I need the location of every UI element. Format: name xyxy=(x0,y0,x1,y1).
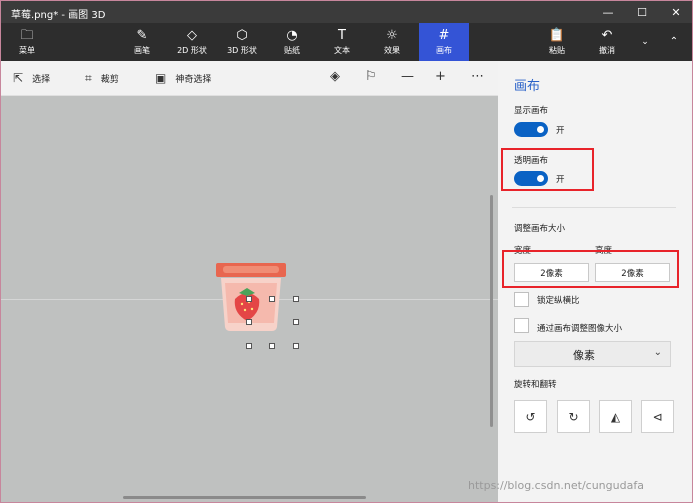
tab-canvas[interactable]: # 画布 xyxy=(419,23,469,61)
horizontal-scrollbar[interactable] xyxy=(123,496,366,499)
minimize-button[interactable]: — xyxy=(591,1,625,23)
effects-icon: ☼ xyxy=(386,27,398,43)
lock-aspect-label: 锁定纵横比 xyxy=(537,296,580,306)
menu-button[interactable]: 🗀 菜单 xyxy=(7,23,47,61)
more-icon[interactable]: ⋯ xyxy=(471,69,484,84)
cube-icon: ⬡ xyxy=(236,27,248,43)
panel-title: 画布 xyxy=(514,79,541,94)
tab-canvas-label: 画布 xyxy=(436,45,452,55)
magic-select-icon: ▣ xyxy=(155,71,167,85)
paste-button[interactable]: 📋 粘贴 xyxy=(539,23,575,61)
cursor-icon: ⇱ xyxy=(13,71,24,85)
resize-handle-top-left[interactable] xyxy=(246,296,252,302)
tab-2d-shapes-label: 2D 形状 xyxy=(177,45,207,55)
unit-select-value: 像素 xyxy=(573,349,595,362)
show-canvas-label: 显示画布 xyxy=(514,106,549,116)
resize-handle-right[interactable] xyxy=(293,319,299,325)
text-icon: T xyxy=(338,27,346,43)
flip-vertical-icon: ⊲ xyxy=(652,409,663,424)
panel-divider xyxy=(512,207,676,208)
flip-horizontal-button[interactable]: ◭ xyxy=(599,400,632,433)
highlight-transparent-canvas xyxy=(501,148,594,191)
title-bar: 草莓.png* - 画图 3D — ☐ ✕ xyxy=(1,1,692,23)
tab-brushes-label: 画笔 xyxy=(134,45,150,55)
show-canvas-toggle[interactable] xyxy=(514,122,548,137)
resize-handle-bottom-left[interactable] xyxy=(246,343,252,349)
tab-3d-shapes-label: 3D 形状 xyxy=(227,45,257,55)
resize-canvas-heading: 调整画布大小 xyxy=(514,224,566,234)
watermark-text: https://blog.csdn.net/cungudafa xyxy=(468,479,644,492)
magic-select-button[interactable]: ▣ 神奇选择 xyxy=(155,70,211,86)
select-tool-label: 选择 xyxy=(32,74,51,85)
rotate-right-icon: ↻ xyxy=(568,409,579,424)
resize-handle-left[interactable] xyxy=(246,319,252,325)
undo-icon: ↶ xyxy=(601,27,613,43)
rotate-left-button[interactable]: ↺ xyxy=(514,400,547,433)
zoom-out-icon[interactable]: — xyxy=(401,69,414,84)
main-ribbon: 🗀 菜单 ✎ 画笔 ◇ 2D 形状 ⬡ 3D 形状 ◔ 贴纸 T 文本 ☼ 效果… xyxy=(1,23,692,61)
rotate-left-icon: ↺ xyxy=(525,409,536,424)
crop-tool-label: 裁剪 xyxy=(100,74,119,85)
vertical-scrollbar[interactable] xyxy=(490,195,493,427)
resize-handle-bottom[interactable] xyxy=(269,343,275,349)
highlight-canvas-size xyxy=(502,250,679,288)
paste-icon: 📋 xyxy=(548,27,566,43)
flip-vertical-button[interactable]: ⊲ xyxy=(641,400,674,433)
flip-horizontal-icon: ◭ xyxy=(610,409,621,424)
tab-effects[interactable]: ☼ 效果 xyxy=(373,23,411,61)
tab-brushes[interactable]: ✎ 画笔 xyxy=(121,23,163,61)
lock-aspect-checkbox[interactable] xyxy=(514,292,529,307)
canvas-toolbar: ⇱ 选择 ⌗ 裁剪 ▣ 神奇选择 ◈ ⚐ — + ⋯ xyxy=(1,61,498,96)
unit-select[interactable]: 像素 ⌄ xyxy=(514,341,671,367)
resize-image-label: 通过画布调整图像大小 xyxy=(537,324,623,334)
canvas-icon: # xyxy=(438,27,450,43)
crop-icon: ⌗ xyxy=(85,70,92,85)
history-dropdown-button[interactable]: ⌄ xyxy=(635,23,655,61)
sticker-icon: ◔ xyxy=(286,27,298,43)
undo-label: 撤消 xyxy=(599,45,615,55)
resize-image-checkbox[interactable] xyxy=(514,318,529,333)
tab-text[interactable]: T 文本 xyxy=(323,23,361,61)
brush-icon: ✎ xyxy=(136,27,148,43)
resize-handle-top-right[interactable] xyxy=(293,296,299,302)
3d-view-icon[interactable]: ◈ xyxy=(330,69,340,84)
window-title: 草莓.png* - 画图 3D xyxy=(11,10,106,21)
paste-label: 粘贴 xyxy=(549,45,565,55)
app-window: 草莓.png* - 画图 3D — ☐ ✕ 🗀 菜单 ✎ 画笔 ◇ 2D 形状 … xyxy=(0,0,693,503)
crop-tool-button[interactable]: ⌗ 裁剪 xyxy=(85,70,119,86)
select-tool-button[interactable]: ⇱ 选择 xyxy=(13,70,50,86)
tab-2d-shapes[interactable]: ◇ 2D 形状 xyxy=(169,23,215,61)
show-canvas-state: 开 xyxy=(556,126,565,136)
tab-text-label: 文本 xyxy=(334,45,350,55)
resize-handle-bottom-right[interactable] xyxy=(293,343,299,349)
collapse-ribbon-button[interactable]: ⌃ xyxy=(663,23,685,61)
magic-select-label: 神奇选择 xyxy=(175,74,212,85)
close-button[interactable]: ✕ xyxy=(659,1,692,23)
chevron-up-icon: ⌃ xyxy=(669,35,679,47)
tab-stickers[interactable]: ◔ 贴纸 xyxy=(273,23,311,61)
tab-effects-label: 效果 xyxy=(384,45,400,55)
tab-stickers-label: 贴纸 xyxy=(284,45,300,55)
rotate-right-button[interactable]: ↻ xyxy=(557,400,590,433)
flag-icon[interactable]: ⚐ xyxy=(365,69,377,84)
resize-handle-top[interactable] xyxy=(269,296,275,302)
rotate-flip-heading: 旋转和翻转 xyxy=(514,380,557,390)
shapes-2d-icon: ◇ xyxy=(187,27,197,43)
folder-icon: 🗀 xyxy=(20,27,34,43)
tab-3d-shapes[interactable]: ⬡ 3D 形状 xyxy=(219,23,265,61)
chevron-down-icon: ⌄ xyxy=(653,347,662,358)
menu-label: 菜单 xyxy=(19,45,35,55)
maximize-button[interactable]: ☐ xyxy=(625,1,659,23)
zoom-in-icon[interactable]: + xyxy=(435,69,446,84)
undo-button[interactable]: ↶ 撤消 xyxy=(589,23,625,61)
chevron-down-icon: ⌄ xyxy=(641,36,649,47)
